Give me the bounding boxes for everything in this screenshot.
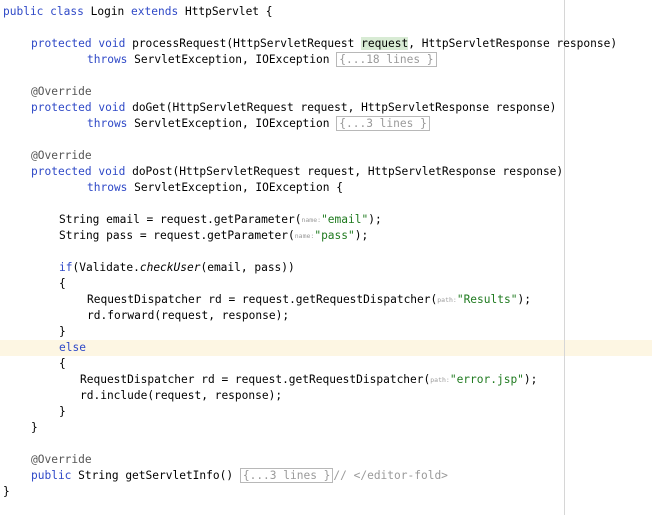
code-line[interactable]: RequestDispatcher rd = request.getReques… bbox=[87, 292, 531, 308]
statement: String email = request.getParameter( bbox=[59, 213, 302, 226]
brace: } bbox=[59, 405, 66, 418]
keyword: void bbox=[98, 101, 126, 114]
code-line[interactable]: } bbox=[59, 324, 66, 340]
code-line[interactable]: protected void doPost(HttpServletRequest… bbox=[31, 164, 563, 180]
keyword: throws bbox=[87, 53, 128, 66]
code-line[interactable]: throws ServletException, IOException { bbox=[87, 180, 343, 196]
code-line[interactable]: protected void doGet(HttpServletRequest … bbox=[31, 100, 556, 116]
code-line[interactable]: if(Validate.checkUser(email, pass)) bbox=[59, 260, 295, 276]
code-fold-marker[interactable]: {...18 lines } bbox=[336, 52, 437, 67]
keyword: void bbox=[98, 165, 126, 178]
right-margin-guide bbox=[564, 0, 565, 515]
statement: (Validate. bbox=[72, 261, 140, 274]
code-line[interactable]: String pass = request.getParameter(name:… bbox=[59, 228, 368, 244]
code-line[interactable]: else bbox=[59, 340, 86, 356]
keyword: protected bbox=[31, 101, 92, 114]
annotation: @Override bbox=[31, 85, 92, 98]
brace: { bbox=[59, 357, 66, 370]
statement: rd.include(request, response); bbox=[80, 389, 283, 402]
statement: String pass = request.getParameter( bbox=[59, 229, 295, 242]
parameter-hint: path: bbox=[430, 376, 450, 384]
keyword: throws bbox=[87, 181, 128, 194]
highlighted-identifier: request bbox=[361, 37, 409, 50]
statement-end: ); bbox=[354, 229, 369, 242]
current-line-highlight bbox=[0, 340, 652, 356]
brace: } bbox=[3, 485, 10, 498]
annotation: @Override bbox=[31, 149, 92, 162]
keyword: protected bbox=[31, 37, 92, 50]
code-line[interactable]: RequestDispatcher rd = request.getReques… bbox=[80, 372, 537, 388]
string-literal: "error.jsp" bbox=[449, 373, 524, 386]
method-signature: processRequest(HttpServletRequest bbox=[132, 37, 362, 50]
string-literal: "email" bbox=[321, 213, 369, 226]
brace: } bbox=[31, 421, 38, 434]
keyword: else bbox=[59, 341, 86, 354]
throws-list: ServletException, IOException bbox=[134, 53, 330, 66]
statement-end: ); bbox=[517, 293, 531, 306]
code-line[interactable]: } bbox=[59, 404, 66, 420]
annotation: @Override bbox=[31, 453, 92, 466]
method-signature: , HttpServletResponse response) bbox=[408, 37, 618, 50]
parameter-hint: name: bbox=[294, 232, 315, 240]
keyword: throws bbox=[87, 117, 128, 130]
code-fold-marker[interactable]: {...3 lines } bbox=[239, 468, 334, 483]
code-line[interactable]: { bbox=[59, 276, 66, 292]
statement-end: ); bbox=[368, 213, 382, 226]
statement: rd.forward(request, response); bbox=[87, 309, 290, 322]
method-signature: doGet(HttpServletRequest request, HttpSe… bbox=[132, 101, 557, 114]
code-line[interactable]: rd.include(request, response); bbox=[80, 388, 282, 404]
parameter-hint: name: bbox=[301, 216, 322, 224]
throws-list: ServletException, IOException { bbox=[134, 181, 343, 194]
static-method-call: checkUser bbox=[139, 261, 201, 274]
throws-list: ServletException, IOException bbox=[134, 117, 330, 130]
code-line[interactable]: { bbox=[59, 356, 66, 372]
keyword: public bbox=[31, 469, 72, 482]
code-line[interactable]: rd.forward(request, response); bbox=[87, 308, 289, 324]
keyword: public bbox=[3, 5, 44, 18]
parameter-hint: path: bbox=[437, 296, 457, 304]
class-name: Login bbox=[90, 5, 125, 18]
brace: } bbox=[59, 325, 66, 338]
keyword: protected bbox=[31, 165, 92, 178]
code-line[interactable]: } bbox=[3, 484, 10, 500]
keyword: class bbox=[50, 5, 84, 18]
code-editor[interactable]: public class Login extends HttpServlet {… bbox=[0, 0, 652, 515]
method-signature: String getServletInfo() bbox=[78, 469, 234, 482]
superclass: HttpServlet { bbox=[184, 5, 273, 18]
code-fold-marker[interactable]: {...3 lines } bbox=[336, 116, 430, 131]
string-literal: "Results" bbox=[456, 293, 518, 306]
code-line[interactable]: @Override bbox=[31, 452, 92, 468]
statement-end: ); bbox=[523, 373, 538, 386]
code-line[interactable]: String email = request.getParameter(name… bbox=[59, 212, 382, 228]
keyword: extends bbox=[131, 5, 179, 18]
code-line[interactable]: @Override bbox=[31, 84, 92, 100]
code-line[interactable]: throws ServletException, IOException {..… bbox=[87, 116, 430, 132]
code-line[interactable]: public String getServletInfo() {...3 lin… bbox=[31, 468, 448, 484]
code-line[interactable]: @Override bbox=[31, 148, 92, 164]
keyword: if bbox=[59, 261, 73, 274]
code-line[interactable]: protected void processRequest(HttpServle… bbox=[31, 36, 617, 52]
code-line[interactable]: public class Login extends HttpServlet { bbox=[3, 4, 273, 20]
method-signature: doPost(HttpServletRequest request, HttpS… bbox=[132, 165, 564, 178]
string-literal: "pass" bbox=[314, 229, 355, 242]
code-line[interactable]: } bbox=[31, 420, 38, 436]
brace: { bbox=[59, 277, 66, 290]
statement: (email, pass)) bbox=[200, 261, 295, 274]
keyword: void bbox=[98, 37, 126, 50]
code-line[interactable]: throws ServletException, IOException {..… bbox=[87, 52, 437, 68]
statement: RequestDispatcher rd = request.getReques… bbox=[80, 373, 431, 386]
comment: // </editor-fold> bbox=[333, 469, 448, 482]
statement: RequestDispatcher rd = request.getReques… bbox=[87, 293, 438, 306]
